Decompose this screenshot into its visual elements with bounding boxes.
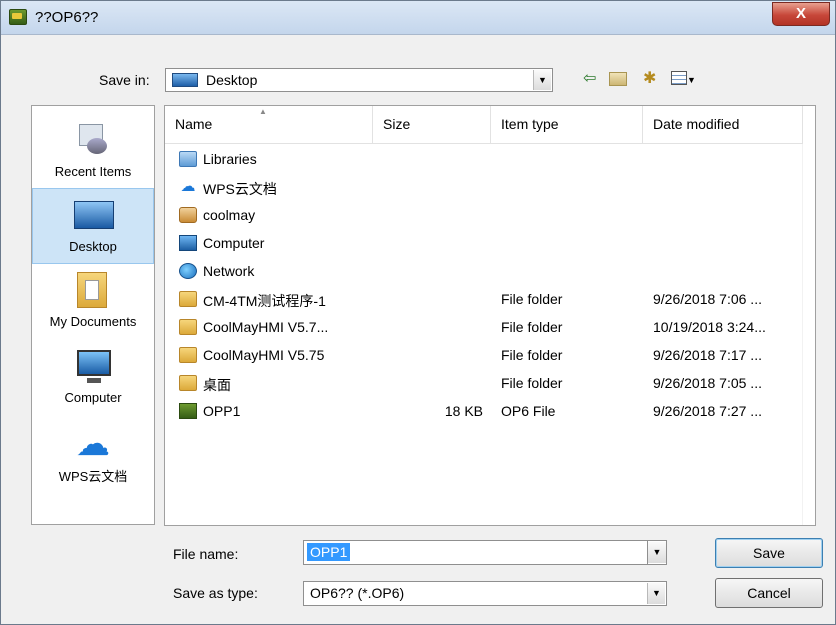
place-computer[interactable]: Computer	[32, 340, 154, 416]
libraries-icon	[179, 151, 197, 167]
places-bar: Recent Items Desktop My Documents Comput…	[31, 105, 155, 525]
file-list[interactable]: Name ▲ Size Item type Date modified Libr…	[164, 105, 816, 526]
save-as-type-combo[interactable]: OP6?? (*.OP6) ▼	[303, 581, 667, 606]
file-row[interactable]: ☁ WPS云文档	[165, 174, 815, 202]
column-name-label: Name	[175, 116, 213, 132]
sort-up-icon: ▲	[259, 107, 267, 116]
file-name-cell: CoolMayHMI V5.75	[203, 347, 325, 363]
title-bar[interactable]: ??OP6?? X	[1, 1, 835, 35]
desktop-icon	[74, 197, 114, 233]
cancel-button[interactable]: Cancel	[715, 578, 823, 608]
recent-items-icon	[73, 122, 113, 158]
save-dialog: ??OP6?? X Save in: Desktop ▼ ⇦ ✱ ▼ Recen…	[0, 0, 836, 625]
file-name-cell: Libraries	[203, 151, 257, 167]
window-title: ??OP6??	[35, 9, 99, 26]
file-date-cell: 9/26/2018 7:17 ...	[653, 347, 762, 363]
folder-icon	[179, 319, 197, 335]
place-my-documents[interactable]: My Documents	[32, 264, 154, 340]
file-type-cell: File folder	[501, 291, 563, 307]
file-date-cell: 9/26/2018 7:27 ...	[653, 403, 762, 419]
computer-icon	[179, 235, 197, 251]
place-label: Desktop	[69, 239, 117, 254]
new-folder-icon[interactable]: ✱	[643, 70, 656, 88]
folder-icon	[179, 375, 197, 391]
chevron-down-icon[interactable]: ▼	[648, 542, 666, 563]
file-row[interactable]: Libraries	[165, 146, 815, 174]
column-size-label: Size	[383, 116, 411, 132]
save-in-value: Desktop	[206, 72, 258, 88]
desktop-icon	[172, 73, 198, 87]
file-name-input[interactable]: OPP1 ▼	[303, 540, 667, 565]
save-in-label: Save in:	[99, 72, 150, 88]
place-recent-items[interactable]: Recent Items	[32, 114, 154, 190]
file-row[interactable]: CoolMayHMI V5.75 File folder 9/26/2018 7:1…	[165, 342, 815, 370]
cloud-icon: ☁	[76, 425, 110, 463]
file-type-cell: File folder	[501, 319, 563, 335]
column-type-label: Item type	[501, 116, 559, 132]
column-header-size[interactable]: Size	[373, 106, 491, 144]
file-name-cell: CM-4TM测试程序-1	[203, 293, 326, 309]
file-row[interactable]: CM-4TM测试程序-1 File folder 9/26/2018 7:06 ..…	[165, 286, 815, 314]
up-folder-icon[interactable]	[609, 72, 627, 86]
app-icon	[9, 9, 27, 25]
file-name-cell: Computer	[203, 235, 265, 251]
file-type-cell: File folder	[501, 375, 563, 391]
save-button[interactable]: Save	[715, 538, 823, 568]
column-header-date[interactable]: Date modified	[643, 106, 803, 144]
save-as-type-label: Save as type:	[173, 585, 258, 601]
column-date-label: Date modified	[653, 116, 740, 132]
computer-icon	[73, 348, 113, 384]
chevron-down-icon[interactable]: ▼	[647, 583, 665, 604]
place-label: WPS云文档	[58, 469, 128, 484]
file-date-cell: 10/19/2018 3:24...	[653, 319, 766, 335]
file-name-value: OPP1	[307, 543, 351, 561]
file-name-label: File name:	[173, 546, 239, 562]
place-label: Computer	[64, 390, 122, 405]
folder-icon	[179, 347, 197, 363]
file-type-cell: OP6 File	[501, 403, 556, 419]
view-menu-icon[interactable]: ▼	[671, 71, 701, 90]
cloud-icon: ☁	[180, 178, 196, 195]
file-row[interactable]: CoolMayHMI V5.7... File folder 10/19/2018 …	[165, 314, 815, 342]
file-name-cell: CoolMayHMI V5.7...	[203, 319, 329, 335]
save-as-type-value: OP6?? (*.OP6)	[310, 585, 405, 601]
folder-icon	[179, 291, 197, 307]
file-name-cell: 桌面	[203, 377, 231, 393]
back-icon[interactable]: ⇦	[583, 70, 596, 88]
file-row[interactable]: Computer	[165, 230, 815, 258]
file-row[interactable]: coolmay	[165, 202, 815, 230]
file-row[interactable]: Network	[165, 258, 815, 286]
save-in-combo[interactable]: Desktop ▼	[165, 68, 553, 92]
file-name-dropdown[interactable]: ▼	[647, 540, 667, 565]
file-name-cell: WPS云文档	[203, 181, 277, 197]
file-name-cell: Network	[203, 263, 255, 279]
file-name-cell: OPP1	[203, 403, 241, 419]
place-wps-cloud[interactable]: ☁ WPS云文档	[32, 416, 154, 492]
close-button[interactable]: X	[772, 2, 830, 26]
file-name-cell: coolmay	[203, 207, 256, 223]
chevron-down-icon[interactable]: ▼	[533, 70, 551, 90]
op6-file-icon	[179, 403, 197, 419]
column-header-name[interactable]: Name ▲	[165, 106, 373, 144]
documents-icon	[73, 272, 113, 308]
file-row[interactable]: OPP1 18 KB OP6 File 9/26/2018 7:27 ...	[165, 398, 815, 426]
place-label: My Documents	[49, 314, 137, 329]
user-folder-icon	[179, 207, 197, 223]
file-size-cell: 18 KB	[444, 403, 483, 419]
file-date-cell: 9/26/2018 7:05 ...	[653, 375, 762, 391]
place-label: Recent Items	[54, 164, 132, 179]
file-type-cell: File folder	[501, 347, 563, 363]
place-desktop[interactable]: Desktop	[32, 188, 154, 264]
file-date-cell: 9/26/2018 7:06 ...	[653, 291, 762, 307]
network-icon	[179, 263, 197, 279]
column-header-type[interactable]: Item type	[491, 106, 643, 144]
file-row[interactable]: 桌面 File folder 9/26/2018 7:05 ...	[165, 370, 815, 398]
